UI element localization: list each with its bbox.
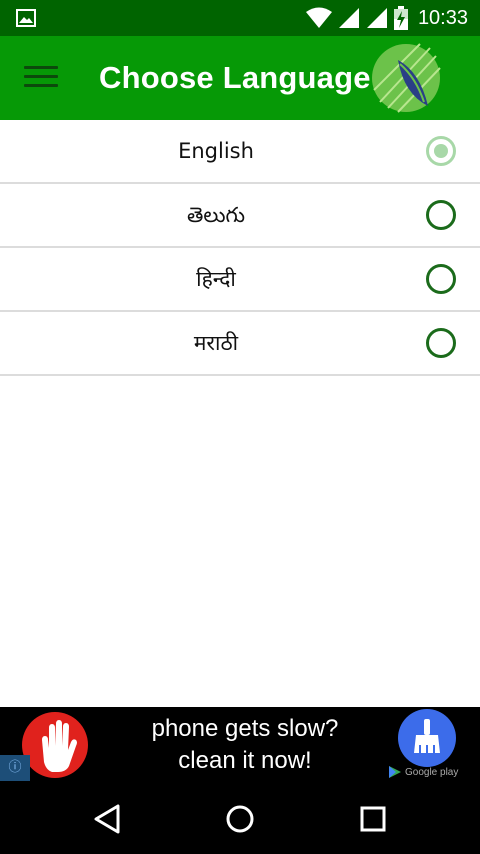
stop-hand-icon xyxy=(22,712,88,778)
store-label: Google play xyxy=(405,766,459,778)
status-bar: 10:33 xyxy=(0,0,480,36)
ad-banner[interactable]: ⓘ phone gets slow? clean it now! Google … xyxy=(0,707,480,783)
signal-icon-2 xyxy=(366,8,387,28)
recents-icon[interactable] xyxy=(355,801,391,837)
info-icon[interactable]: ⓘ xyxy=(0,755,30,781)
status-icons: 10:33 xyxy=(305,0,468,36)
back-icon[interactable] xyxy=(90,801,126,837)
language-option-hindi[interactable]: हिन्दी xyxy=(0,248,480,312)
language-label: मराठी xyxy=(193,331,239,355)
ad-line-2: clean it now! xyxy=(178,747,312,774)
ad-text: phone gets slow? clean it now! xyxy=(110,713,380,777)
page-title: Choose Language xyxy=(99,60,371,95)
home-icon[interactable] xyxy=(222,801,258,837)
status-time: 10:33 xyxy=(417,6,468,29)
leaf-logo xyxy=(372,43,441,113)
play-store-icon xyxy=(389,766,401,778)
radio-button[interactable] xyxy=(426,200,456,230)
language-list: English తెలుగు हिन्दी मराठी xyxy=(0,120,480,376)
language-label: తెలుగు xyxy=(186,203,245,227)
language-option-telugu[interactable]: తెలుగు xyxy=(0,184,480,248)
navigation-bar xyxy=(0,783,480,854)
broom-icon xyxy=(398,709,456,767)
language-option-english[interactable]: English xyxy=(0,120,480,184)
radio-button[interactable] xyxy=(426,264,456,294)
google-play-badge[interactable]: Google play xyxy=(388,763,458,781)
ad-line-1: phone gets slow? xyxy=(151,715,339,742)
wifi-icon xyxy=(305,7,332,28)
battery-charging-icon xyxy=(393,6,408,30)
signal-icon xyxy=(338,8,359,28)
language-label: हिन्दी xyxy=(196,267,236,291)
radio-button-selected[interactable] xyxy=(426,136,456,166)
radio-button[interactable] xyxy=(426,328,456,358)
hamburger-menu-icon[interactable] xyxy=(24,66,58,90)
gallery-icon xyxy=(16,9,36,27)
language-option-marathi[interactable]: मराठी xyxy=(0,312,480,376)
language-label: English xyxy=(178,139,254,163)
app-bar: Choose Language xyxy=(0,36,480,120)
